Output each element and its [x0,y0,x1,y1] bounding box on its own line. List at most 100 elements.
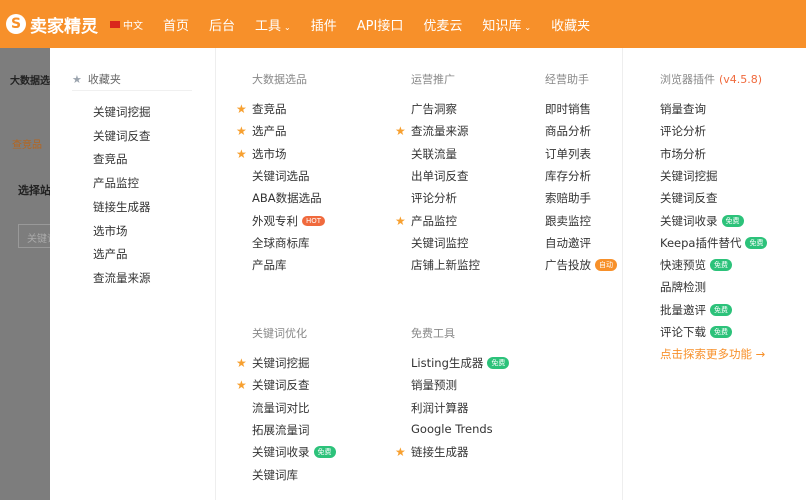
menu-item[interactable]: ★ 选市场 [236,146,287,162]
favorite-item[interactable]: 查竞品 [93,151,128,167]
nav-item[interactable]: 收藏夹 [551,15,590,34]
nav-item[interactable]: 知识库 ⌄ [482,15,531,34]
menu-item[interactable]: 店铺上新监控 [411,257,480,273]
nav-item[interactable]: 首页 [163,15,189,34]
menu-item[interactable]: 广告洞察 [411,101,457,117]
menu-item[interactable]: 销量查询 [660,101,706,117]
plugin-version: (v4.5.8) [719,73,763,86]
menu-item[interactable]: 评论分析 [660,123,706,139]
menu-item[interactable]: ★ 关键词反查 [236,377,310,393]
menu-item-label: 评论分析 [660,124,706,139]
menu-item[interactable]: 评论下载 免费 [660,324,732,340]
language-switch[interactable]: 中文 [110,17,143,32]
menu-item[interactable]: 自动邀评 [545,235,591,251]
menu-item[interactable]: ★ 查流量来源 [395,123,469,139]
menu-item[interactable]: ★ 查竞品 [236,101,287,117]
menu-item[interactable]: 快速预览 免费 [660,257,732,273]
star-icon: ★ [72,73,82,86]
menu-item[interactable]: 全球商标库 [252,235,310,251]
menu-item[interactable]: 关联流量 [411,146,457,162]
menu-item[interactable]: 关键词收录 免费 [252,444,336,460]
badge: HOT [302,215,326,226]
menu-item[interactable]: 产品库 [252,257,287,273]
menu-item[interactable]: 市场分析 [660,146,706,162]
menu-item[interactable]: 即时销售 [545,101,591,117]
menu-item[interactable]: 跟卖监控 [545,213,591,229]
menu-item-label: 选市场 [252,146,287,161]
column-header: 运营推广 [411,73,455,86]
menu-item[interactable]: ABA数据选品 [252,190,322,206]
menu-item[interactable]: ★ 选产品 [236,123,287,139]
menu-item-label: 评论分析 [411,191,457,206]
menu-item[interactable]: 流量词对比 [252,400,310,416]
favorite-item[interactable]: 选产品 [93,246,128,262]
favorites-title: 收藏夹 [87,73,121,86]
menu-item-label: 跟卖监控 [545,213,591,228]
badge: 免费 [487,357,510,369]
logo-text: 卖家精灵 [30,16,98,37]
menu-item-label: 自动邀评 [545,235,591,250]
menu-item-label: 关键词挖掘 [660,168,718,183]
menu-item[interactable]: 关键词库 [252,467,298,483]
nav-label: API接口 [356,18,404,34]
menu-item[interactable]: 关键词收录 免费 [660,213,744,229]
menu-item[interactable]: 拓展流量词 [252,422,310,438]
menu-item[interactable]: 库存分析 [545,168,591,184]
menu-item[interactable]: 评论分析 [411,190,457,206]
menu-item[interactable]: 品牌检测 [660,279,706,295]
star-icon: ★ [395,124,406,139]
favorite-item[interactable]: 链接生成器 [93,199,151,215]
menu-item-label: 全球商标库 [252,235,310,250]
menu-item[interactable]: 商品分析 [545,123,591,139]
menu-item-label: 流量词对比 [252,400,310,415]
logo[interactable]: S 卖家精灵 [6,12,98,37]
menu-item[interactable]: 出单词反查 [411,168,469,184]
favorite-item[interactable]: 查流量来源 [93,270,151,286]
star-icon: ★ [395,445,406,460]
menu-item[interactable]: 批量邀评 免费 [660,302,732,318]
menu-item-label: 批量邀评 [660,302,706,317]
menu-item-label: 关键词选品 [252,168,310,183]
menu-item-label: 查流量来源 [411,124,469,139]
favorite-item[interactable]: 关键词反查 [93,128,151,144]
menu-item[interactable]: Keepa插件替代 免费 [660,235,768,251]
menu-item[interactable]: 外观专利 HOT [252,213,326,229]
explore-more-link[interactable]: 点击探索更多功能 → [660,346,765,362]
star-icon: ★ [236,356,247,370]
menu-item[interactable]: 销量预测 [411,377,457,393]
menu-item-label: 销量查询 [660,102,706,116]
menu-item-label: ABA数据选品 [252,191,322,206]
menu-item[interactable]: 利润计算器 [411,400,469,416]
menu-item[interactable]: ★ 产品监控 [395,213,457,229]
nav-label: 收藏夹 [551,18,591,34]
menu-item[interactable]: 关键词挖掘 [660,168,718,184]
favorite-item[interactable]: 关键词挖掘 [93,104,151,120]
menu-item[interactable]: 广告投放 自动 [545,257,617,273]
menu-item[interactable]: 索赔助手 [545,190,591,206]
badge: 免费 [710,326,732,338]
menu-item[interactable]: Google Trends [411,422,493,436]
menu-item-label: 关联流量 [411,146,457,161]
favorite-item[interactable]: 产品监控 [93,175,139,191]
china-flag-icon [110,20,120,28]
menu-item[interactable]: Listing生成器 免费 [411,355,510,371]
favorite-item[interactable]: 选市场 [93,223,128,239]
menu-item[interactable]: 订单列表 [545,146,591,162]
menu-item-label: Keepa插件替代 [660,235,742,250]
nav-item[interactable]: API接口 [357,15,404,34]
chevron-down-icon: ⌄ [524,22,532,32]
menu-item-label: 商品分析 [545,124,591,139]
menu-item[interactable]: ★ 关键词挖掘 [236,355,310,371]
menu-item-label: 评论下载 [660,325,706,339]
nav-item[interactable]: 后台 [209,15,235,34]
menu-item[interactable]: ★ 链接生成器 [395,444,469,460]
nav-item[interactable]: 优麦云 [423,15,462,34]
star-icon: ★ [236,378,247,393]
divider [72,90,192,91]
menu-item-label: 订单列表 [545,146,591,161]
nav-item[interactable]: 插件 [311,15,337,34]
menu-item[interactable]: 关键词选品 [252,168,310,184]
menu-item[interactable]: 关键词监控 [411,235,469,251]
menu-item[interactable]: 关键词反查 [660,190,718,206]
nav-item[interactable]: 工具 ⌄ [255,15,291,34]
